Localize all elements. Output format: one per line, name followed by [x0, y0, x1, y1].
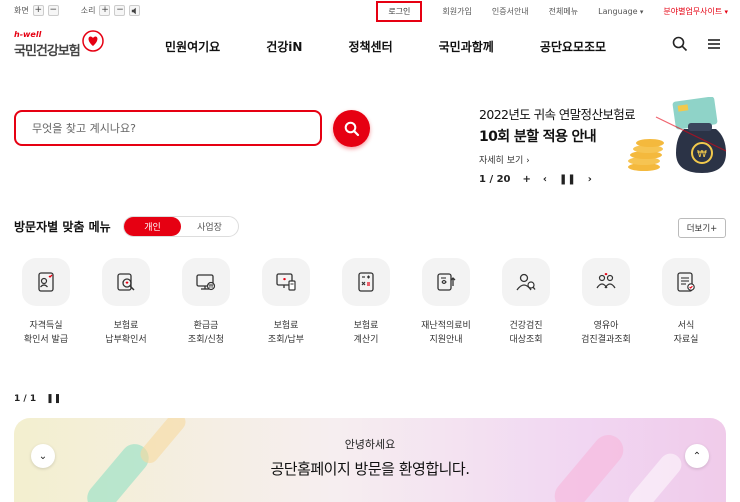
pause-icon[interactable]: ❚❚: [559, 174, 576, 185]
menu-item-label: 보험료 납부확인서: [105, 321, 147, 345]
hamburger-menu-icon[interactable]: [706, 36, 722, 52]
menu-item-label: 건강검진 대상조회: [509, 321, 543, 345]
welcome-hero: ⌄ ⌃ 안녕하세요 공단홈페이지 방문을 환영합니다.: [14, 418, 726, 502]
menu-item-label: 보험료 계산기: [353, 321, 379, 345]
business-sites-select[interactable]: 분야별업무사이트: [663, 6, 728, 17]
utility-bar: 화면 + − 소리 + − 로그인 회원가입 인증서안내 전체메뉴 Langua…: [0, 0, 740, 22]
menu-item-premium-payment[interactable]: 보험료 조회/납부: [251, 258, 321, 347]
money-bag-illustration-icon: ₩: [628, 97, 727, 173]
nav-item-about[interactable]: 공단요모조모: [540, 38, 606, 55]
menu-item-label: 자격득실 확인서 발급: [23, 321, 69, 345]
nav-item-together[interactable]: 국민과함께: [439, 38, 494, 55]
menu-pager: 1 / 1 ❚❚: [14, 394, 61, 404]
menu-item-health-checkup[interactable]: 건강검진 대상조회: [491, 258, 561, 347]
banner-plus-button[interactable]: +: [523, 174, 531, 185]
calculator-icon: [358, 272, 374, 292]
refund-monitor-icon: ₩: [196, 274, 216, 291]
certificate-icon: [38, 272, 54, 292]
next-arrow-icon[interactable]: ›: [588, 174, 592, 185]
nav-item-civil[interactable]: 민원여기요: [165, 38, 220, 55]
menu-item-label: 보험료 조회/납부: [267, 321, 305, 345]
people-search-icon: [516, 273, 536, 291]
main-navigation: 민원여기요 건강iN 정책센터 국민과함께 공단요모조모: [165, 38, 652, 55]
screen-zoom-out-button[interactable]: −: [47, 5, 59, 16]
menu-item-infant-checkup[interactable]: 영유아 검진결과조회: [571, 258, 641, 347]
banner-counter: 1 / 20: [479, 174, 511, 185]
payment-monitor-icon: [276, 273, 296, 291]
screen-zoom-in-button[interactable]: +: [32, 5, 44, 16]
prev-arrow-icon[interactable]: ‹: [543, 174, 547, 185]
search-icon[interactable]: [672, 36, 688, 52]
menu-item-payment-certificate[interactable]: 보험료 납부확인서: [91, 258, 161, 347]
visitor-type-toggle: 개인 사업장: [123, 216, 239, 237]
search-input[interactable]: [16, 112, 320, 144]
menu-item-calculator[interactable]: 보험료 계산기: [331, 258, 401, 347]
receipt-search-icon: [117, 273, 135, 291]
menu-item-qualification[interactable]: 자격득실 확인서 발급: [11, 258, 81, 347]
family-icon: [596, 273, 616, 289]
menu-item-refund[interactable]: ₩ 환급금 조회/신청: [171, 258, 241, 347]
menu-item-label: 재난적의료비 지원안내: [421, 321, 471, 345]
document-form-icon: [677, 272, 695, 292]
section-title: 방문자별 맞춤 메뉴: [14, 220, 111, 234]
volume-up-button[interactable]: +: [99, 5, 111, 16]
search-box: [14, 110, 322, 146]
pause-icon[interactable]: ❚❚: [46, 394, 61, 404]
accessibility-controls: 화면 + − 소리 + −: [14, 5, 141, 16]
menu-item-form-library[interactable]: 서식 자료실: [651, 258, 721, 347]
menu-item-disaster-medical[interactable]: 재난적의료비 지원안내: [411, 258, 481, 347]
utility-links: 로그인 회원가입 인증서안내 전체메뉴 Language 분야별업무사이트: [376, 0, 728, 22]
header: h-well 국민건강보험 민원여기요 건강iN 정책센터 국민과함께 공단요모…: [0, 22, 740, 70]
more-button[interactable]: 더보기+: [678, 218, 726, 238]
site-logo[interactable]: h-well 국민건강보험: [14, 30, 104, 64]
svg-text:₩: ₩: [209, 284, 214, 290]
header-icons: [672, 36, 722, 52]
language-select[interactable]: Language: [598, 7, 643, 16]
hero-welcome: 공단홈페이지 방문을 환영합니다.: [270, 460, 470, 478]
menu-item-label: 환급금 조회/신청: [187, 321, 225, 345]
volume-down-button[interactable]: −: [114, 5, 126, 16]
medical-support-icon: [437, 273, 456, 291]
certificate-guide-link[interactable]: 인증서안내: [492, 6, 529, 17]
sound-label: 소리: [80, 6, 96, 15]
search-icon: [344, 121, 359, 136]
search-button[interactable]: [333, 110, 370, 147]
signup-link[interactable]: 회원가입: [442, 6, 471, 17]
login-link[interactable]: 로그인: [376, 0, 423, 22]
menu-item-label: 서식 자료실: [673, 321, 699, 345]
tab-business[interactable]: 사업장: [181, 217, 238, 236]
heart-logo-icon: [82, 30, 104, 52]
nav-item-policy[interactable]: 정책센터: [348, 38, 392, 55]
menu-item-label: 영유아 검진결과조회: [581, 321, 631, 345]
screen-label: 화면: [14, 6, 29, 15]
all-menu-link[interactable]: 전체메뉴: [549, 6, 578, 17]
speaker-icon[interactable]: [129, 5, 141, 16]
svg-text:₩: ₩: [697, 149, 707, 160]
menu-page-counter: 1 / 1: [14, 394, 37, 404]
nav-item-health[interactable]: 건강iN: [266, 38, 302, 55]
quick-menu-grid: 자격득실 확인서 발급 보험료 납부확인서 ₩ 환급금 조회/신청 보험료 조회…: [0, 258, 740, 358]
tab-personal[interactable]: 개인: [124, 217, 181, 236]
hero-greeting: 안녕하세요: [344, 438, 396, 451]
